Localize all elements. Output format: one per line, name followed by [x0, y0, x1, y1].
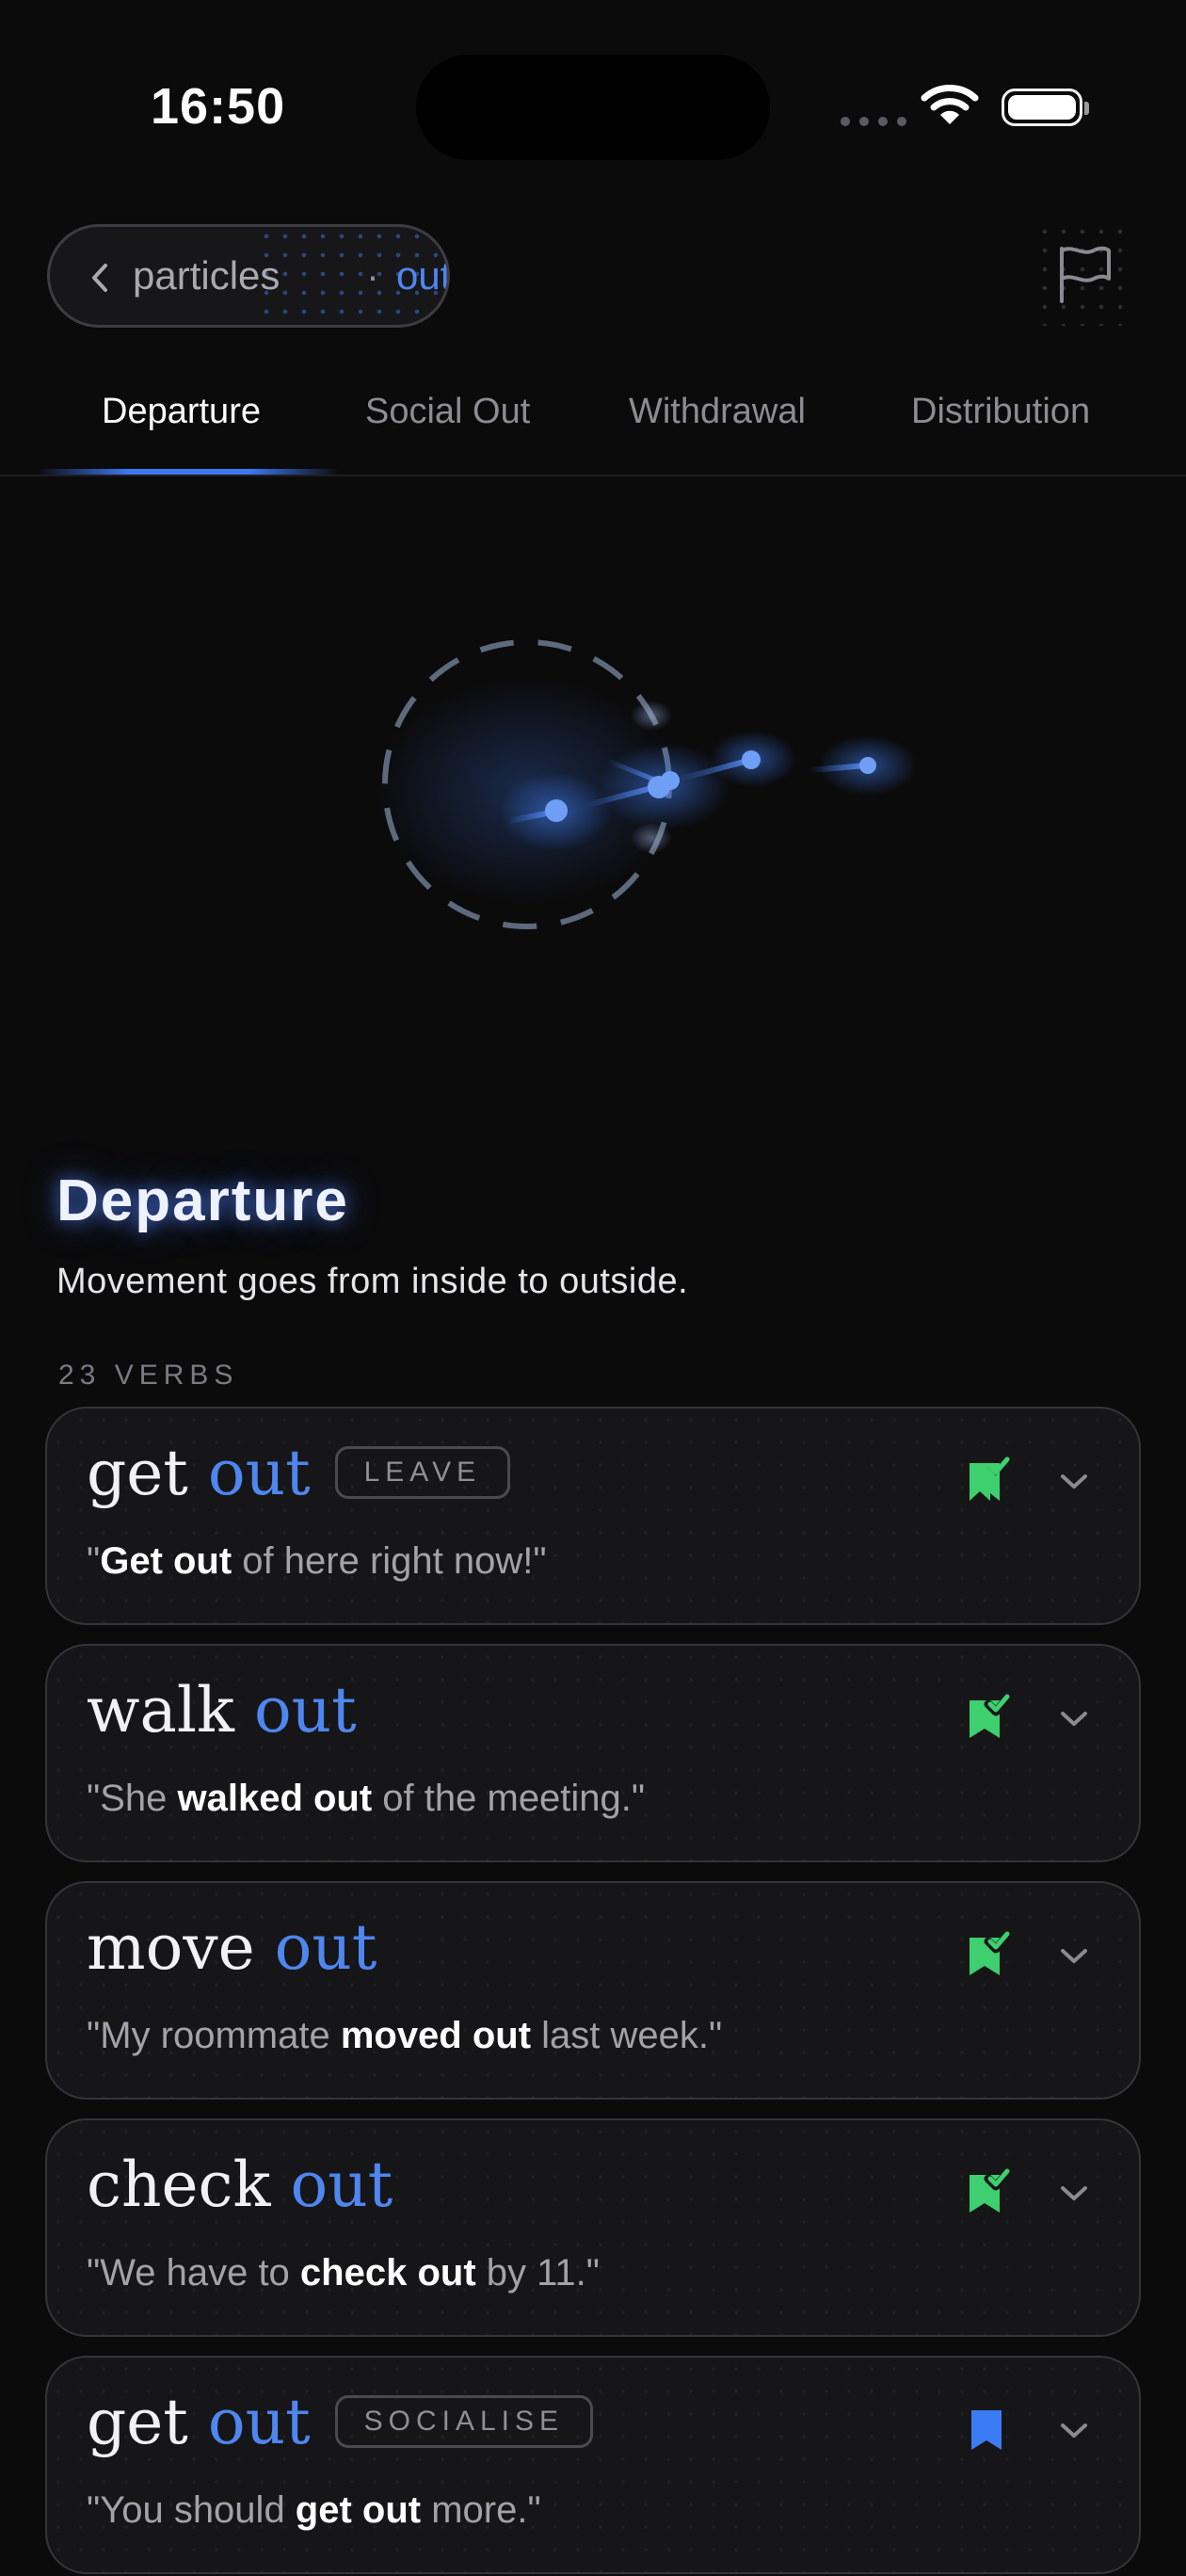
verb-particle: out: [274, 1911, 377, 1984]
verb-card[interactable]: get out LEAVE "Get out of here right now!…: [45, 1407, 1141, 1625]
section-description: Movement goes from inside to outside.: [56, 1262, 689, 1301]
chevron-down-icon[interactable]: [1058, 2420, 1090, 2442]
tab-selected-indicator: [38, 469, 339, 475]
cellular-signal-icon: [841, 117, 906, 126]
example-sentence: "We have to check out by 11.": [87, 2252, 600, 2294]
chevron-left-icon: [92, 264, 107, 292]
dynamic-island: [416, 55, 770, 160]
verb-particle: out: [253, 1674, 357, 1747]
breadcrumb-current: out: [396, 253, 450, 298]
meaning-tag: SOCIALISE: [334, 2395, 593, 2448]
verb-phrase: walk out: [87, 1674, 357, 1747]
example-sentence: "She walked out of the meeting.": [87, 1778, 646, 1819]
report-flag-button[interactable]: [1035, 222, 1135, 326]
wifi-icon: [921, 85, 979, 124]
flag-icon: [1060, 246, 1111, 303]
sense-tabs: Departure Social Out Withdrawal Distribu…: [0, 358, 1186, 476]
verb-card[interactable]: get out SOCIALISE "You should get out mor…: [45, 2356, 1141, 2574]
verb-base: get: [87, 2386, 188, 2458]
verb-particle: out: [290, 2149, 393, 2221]
verb-phrase: get out LEAVE: [87, 1437, 511, 1509]
departure-illustration: [377, 639, 917, 929]
verb-particle: out: [207, 1437, 311, 1509]
tab-distribution[interactable]: Distribution: [911, 392, 1090, 432]
learned-bookmark-icon[interactable]: [962, 1693, 1015, 1744]
verb-particle: out: [207, 2386, 311, 2458]
saved-bookmark-icon[interactable]: [962, 2405, 1015, 2455]
breadcrumb-back-button[interactable]: particles · out: [47, 224, 450, 328]
chevron-down-icon[interactable]: [1058, 1945, 1090, 1968]
verb-base: get: [87, 1437, 188, 1509]
battery-icon: [1002, 89, 1089, 126]
learned-bookmark-icon[interactable]: [962, 1930, 1015, 1981]
example-sentence: "My roommate moved out last week.": [87, 2015, 723, 2056]
verb-phrase: move out: [87, 1911, 377, 1984]
learned-bookmark-icon[interactable]: [962, 1456, 1015, 1506]
verb-base: walk: [87, 1674, 234, 1747]
verb-card[interactable]: walk out "She walked out of the meeting.…: [45, 1644, 1141, 1862]
section-title: Departure: [56, 1168, 349, 1233]
verb-count: 23 VERBS: [58, 1360, 239, 1391]
breadcrumb-parent: particles: [133, 253, 280, 298]
tab-social-out[interactable]: Social Out: [365, 392, 530, 432]
tab-departure[interactable]: Departure: [102, 392, 261, 432]
tab-withdrawal[interactable]: Withdrawal: [629, 392, 806, 432]
verb-card[interactable]: check out "We have to check out by 11.": [45, 2118, 1141, 2337]
status-bar: 16:50: [0, 0, 1186, 188]
example-sentence: "Get out of here right now!": [87, 1540, 547, 1582]
verb-phrase: check out: [87, 2149, 393, 2221]
verb-card[interactable]: move out "My roommate moved out last wee…: [45, 1881, 1141, 2100]
learned-bookmark-icon[interactable]: [962, 2167, 1015, 2218]
verb-base: check: [87, 2149, 271, 2221]
meaning-tag: LEAVE: [334, 1446, 511, 1499]
chevron-down-icon[interactable]: [1058, 1708, 1090, 1731]
verb-base: move: [87, 1911, 255, 1984]
verb-phrase: get out SOCIALISE: [87, 2386, 593, 2458]
chevron-down-icon[interactable]: [1058, 2182, 1090, 2205]
example-sentence: "You should get out more.": [87, 2489, 541, 2531]
breadcrumb-separator: ·: [366, 253, 379, 298]
chevron-down-icon[interactable]: [1058, 1471, 1090, 1493]
status-time: 16:50: [151, 78, 286, 135]
